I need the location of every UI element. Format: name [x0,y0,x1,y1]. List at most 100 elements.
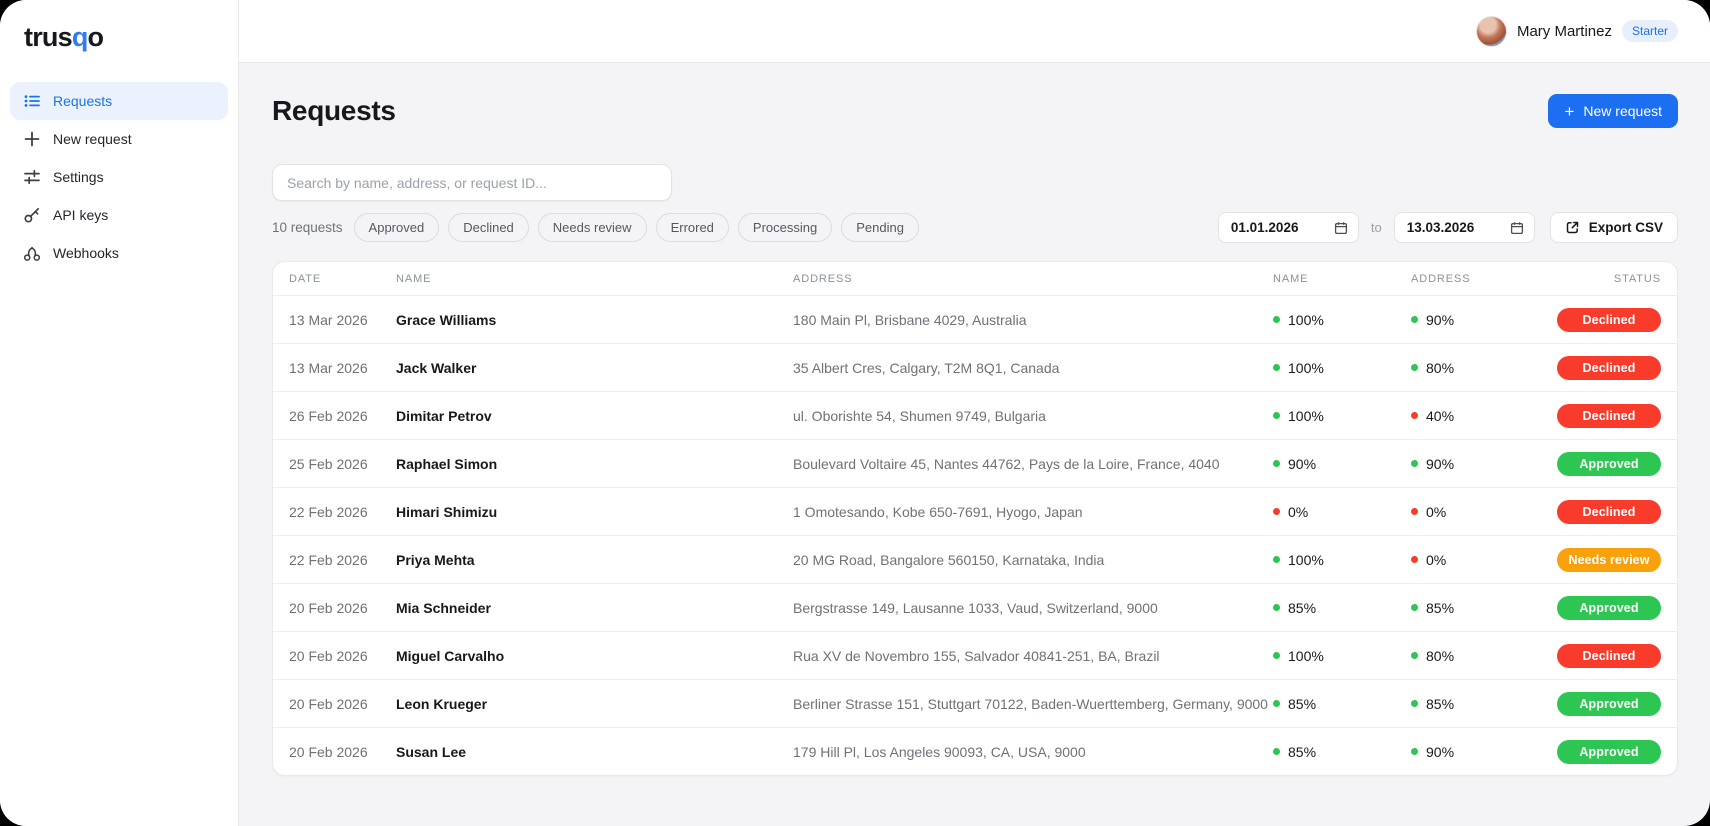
name-match-value: 100% [1288,359,1324,376]
cell-date: 20 Feb 2026 [289,599,368,616]
export-label: Export CSV [1588,220,1663,235]
plus-icon [23,130,41,148]
cell-date: 13 Mar 2026 [289,359,368,376]
content: Requests + New request 10 requests Appro… [239,63,1710,776]
cell-address: Berliner Strasse 151, Stuttgart 70122, B… [793,695,1268,712]
filter-chip-pending[interactable]: Pending [841,213,919,242]
table-row[interactable]: 20 Feb 2026 Mia Schneider Bergstrasse 14… [273,583,1677,631]
address-match-dot [1411,316,1418,323]
key-icon [23,206,41,224]
cell-date: 26 Feb 2026 [289,407,368,424]
sidebar-item-webhooks[interactable]: Webhooks [10,234,228,272]
table-header-row: DATE NAME ADDRESS NAME ADDRESS STATUS [273,262,1677,295]
date-range: 01.01.2026 to 13.03.2026 Export CSV [1217,212,1678,243]
cell-date: 13 Mar 2026 [289,311,368,328]
cell-date: 22 Feb 2026 [289,503,368,520]
sidebar-nav: Requests New request Settings API keys W… [10,82,228,272]
status-badge: Declined [1557,355,1661,380]
cell-status: Declined [1557,643,1661,668]
export-csv-button[interactable]: Export CSV [1549,212,1678,243]
table-row[interactable]: 22 Feb 2026 Himari Shimizu 1 Omotesando,… [273,487,1677,535]
address-match-dot [1411,508,1418,515]
table-row[interactable]: 13 Mar 2026 Jack Walker 35 Albert Cres, … [273,343,1677,391]
date-to-input[interactable]: 13.03.2026 [1393,212,1535,243]
sidebar-item-requests[interactable]: Requests [10,82,228,120]
address-match-value: 90% [1426,311,1455,328]
name-match-value: 85% [1288,695,1317,712]
status-badge: Declined [1557,643,1661,668]
cell-address-match: 85% [1411,696,1541,712]
cell-name-match: 90% [1273,456,1411,472]
cell-date: 20 Feb 2026 [289,647,368,664]
cell-address-match: 80% [1411,648,1541,664]
name-match-value: 100% [1288,407,1324,424]
table-row[interactable]: 20 Feb 2026 Miguel Carvalho Rua XV de No… [273,631,1677,679]
cell-date: 20 Feb 2026 [289,743,368,760]
filter-chip-declined[interactable]: Declined [448,213,529,242]
filter-chip-errored[interactable]: Errored [655,213,729,242]
filter-chip-processing[interactable]: Processing [737,213,833,242]
cell-status: Approved [1557,451,1661,476]
cell-address: Rua XV de Novembro 155, Salvador 40841-2… [793,647,1160,664]
calendar-icon [1334,221,1348,235]
cell-name: Himari Shimizu [396,503,498,520]
name-match-value: 100% [1288,311,1324,328]
sidebar-item-settings[interactable]: Settings [10,158,228,196]
sidebar-item-label: API keys [53,207,109,223]
cell-address: 180 Main Pl, Brisbane 4029, Australia [793,311,1027,328]
requests-table: DATE NAME ADDRESS NAME ADDRESS STATUS 13… [272,261,1678,776]
new-request-button[interactable]: + New request [1548,94,1678,128]
name-match-value: 90% [1288,455,1317,472]
cell-name: Raphael Simon [396,455,498,472]
webhook-icon [23,244,41,262]
sidebar-item-label: Webhooks [53,245,119,261]
address-match-value: 0% [1426,503,1447,520]
cell-name-match: 85% [1273,744,1411,760]
cell-status: Declined [1557,355,1661,380]
address-match-dot [1411,604,1418,611]
cell-name: Susan Lee [396,743,467,760]
cell-name-match: 100% [1273,552,1411,568]
address-match-dot [1411,412,1418,419]
name-match-dot [1273,364,1280,371]
cell-status: Approved [1557,691,1661,716]
table-row[interactable]: 25 Feb 2026 Raphael Simon Boulevard Volt… [273,439,1677,487]
name-match-dot [1273,700,1280,707]
table-row[interactable]: 20 Feb 2026 Susan Lee 179 Hill Pl, Los A… [273,727,1677,775]
name-match-dot [1273,508,1280,515]
cell-address: Boulevard Voltaire 45, Nantes 44762, Pay… [793,455,1220,472]
address-match-value: 80% [1426,359,1455,376]
page-head: Requests + New request [272,94,1678,128]
name-match-dot [1273,412,1280,419]
name-match-dot [1273,748,1280,755]
address-match-value: 90% [1426,743,1455,760]
sidebar-item-label: New request [53,131,132,147]
address-match-value: 0% [1426,551,1447,568]
cell-name-match: 0% [1273,504,1411,520]
requests-list-icon [23,92,41,110]
status-badge: Needs review [1557,547,1661,572]
cell-name: Priya Mehta [396,551,475,568]
name-match-value: 85% [1288,743,1317,760]
status-badge: Declined [1557,403,1661,428]
filter-chip-needs-review[interactable]: Needs review [537,213,647,242]
cell-address-match: 40% [1411,408,1541,424]
table-row[interactable]: 20 Feb 2026 Leon Krueger Berliner Strass… [273,679,1677,727]
page-title: Requests [272,95,396,126]
table-row[interactable]: 22 Feb 2026 Priya Mehta 20 MG Road, Bang… [273,535,1677,583]
search-input[interactable] [272,164,672,201]
user-menu[interactable]: Mary Martinez Starter [1475,15,1678,47]
sidebar-item-api-keys[interactable]: API keys [10,196,228,234]
status-badge: Approved [1557,739,1661,764]
filter-chip-approved[interactable]: Approved [353,213,440,242]
cell-name-match: 100% [1273,312,1411,328]
main-area: Mary Martinez Starter Requests + New req… [239,0,1710,826]
address-match-value: 40% [1426,407,1455,424]
table-row[interactable]: 26 Feb 2026 Dimitar Petrov ul. Oborishte… [273,391,1677,439]
name-match-value: 100% [1288,551,1324,568]
cell-date: 25 Feb 2026 [289,455,368,472]
table-row[interactable]: 13 Mar 2026 Grace Williams 180 Main Pl, … [273,295,1677,343]
date-from-input[interactable]: 01.01.2026 [1217,212,1359,243]
sidebar-item-new-request[interactable]: New request [10,120,228,158]
cell-status: Approved [1557,739,1661,764]
